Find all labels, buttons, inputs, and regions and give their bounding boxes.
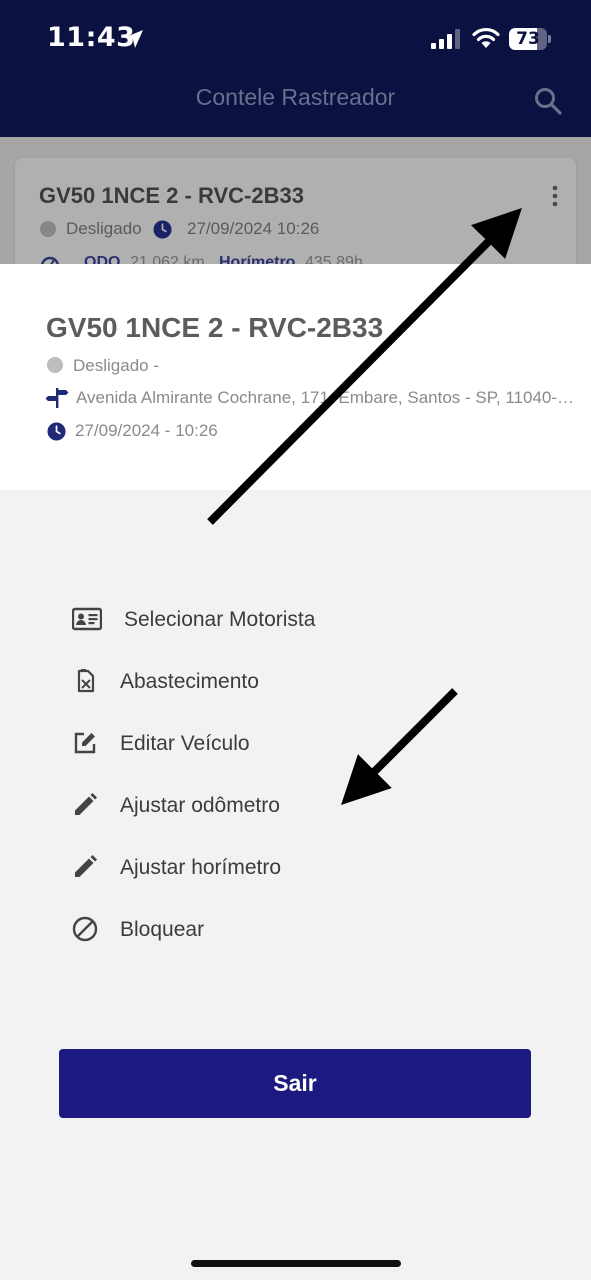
- exit-button[interactable]: Sair: [59, 1049, 531, 1118]
- sheet-address: Avenida Almirante Cochrane, 171, Embare,…: [76, 388, 576, 407]
- search-icon[interactable]: [533, 86, 563, 116]
- sheet-date: 27/09/2024 - 10:26: [75, 421, 218, 440]
- battery-body: 73: [509, 28, 547, 50]
- wifi-icon: [472, 27, 500, 48]
- clock-icon: [47, 422, 66, 441]
- menu-item-adjust-odometer[interactable]: Ajustar odômetro: [60, 777, 530, 831]
- menu-item-label: Ajustar horímetro: [120, 856, 282, 879]
- menu-item-label: Editar Veículo: [120, 732, 250, 755]
- clock-icon: [153, 220, 172, 239]
- sheet-title: GV50 1NCE 2 - RVC-2B33: [46, 312, 384, 343]
- menu-item-fuel[interactable]: Abastecimento: [60, 653, 530, 707]
- menu-item-select-driver[interactable]: Selecionar Motorista: [60, 591, 530, 645]
- status-dot: [40, 221, 56, 237]
- menu-item-label: Ajustar odômetro: [120, 794, 280, 817]
- menu-item-label: Abastecimento: [120, 670, 259, 693]
- driver-card-icon: [72, 607, 102, 631]
- menu-item-edit-vehicle[interactable]: Editar Veículo: [60, 715, 530, 769]
- vehicle-card-date: 27/09/2024 10:26: [187, 219, 320, 238]
- home-indicator[interactable]: [191, 1260, 401, 1267]
- menu-item-label: Selecionar Motorista: [124, 608, 316, 631]
- cellular-signal-icon: [431, 29, 460, 49]
- battery-percent: 73: [516, 29, 540, 49]
- pencil-icon: [75, 855, 97, 877]
- sheet-vehicle-info: GV50 1NCE 2 - RVC-2B33 Desligado - Aveni…: [0, 264, 591, 490]
- vehicle-card-status: Desligado: [66, 219, 142, 238]
- more-vertical-icon[interactable]: [549, 184, 561, 208]
- block-icon: [72, 916, 98, 942]
- signpost-icon: [45, 388, 69, 408]
- app-header: 11:43 73 Contele Rastreador: [0, 0, 591, 137]
- status-bar: 11:43 73: [0, 0, 591, 80]
- pencil-icon: [75, 793, 97, 815]
- battery-cap: [548, 35, 551, 43]
- menu-item-adjust-hourmeter[interactable]: Ajustar horímetro: [60, 839, 530, 893]
- menu-item-block[interactable]: Bloquear: [60, 901, 530, 955]
- edit-square-icon: [74, 732, 96, 754]
- sheet-status-dot: [47, 357, 63, 373]
- menu-item-label: Bloquear: [120, 918, 205, 941]
- fuel-can-icon: [77, 669, 95, 693]
- sheet-status: Desligado -: [73, 356, 159, 375]
- location-arrow-icon: [125, 30, 143, 48]
- screen: 11:43 73 Contele Rastreador GV50 1NCE 2 …: [0, 0, 591, 1280]
- app-title: Contele Rastreador: [195, 84, 396, 110]
- vehicle-card-title: GV50 1NCE 2 - RVC-2B33: [39, 183, 304, 208]
- battery-indicator: 73: [509, 28, 551, 50]
